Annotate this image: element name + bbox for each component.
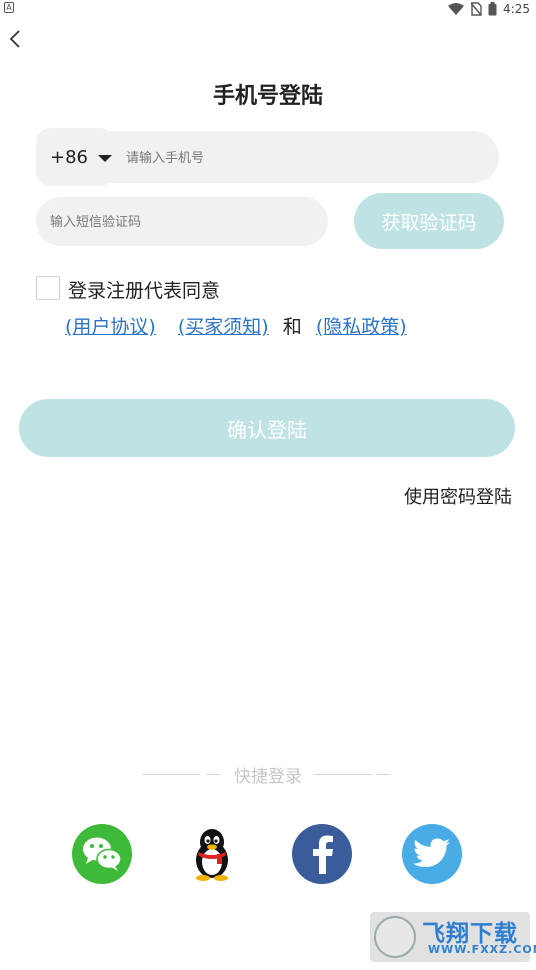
notification-a-icon: A <box>4 2 14 13</box>
privacy-policy-link[interactable]: (隐私政策) <box>316 316 407 338</box>
clock: 4:25 <box>503 2 530 16</box>
divider-line-right <box>314 774 372 775</box>
battery-icon <box>488 2 497 16</box>
country-code-selector[interactable]: +86 <box>36 128 114 186</box>
twitter-bird-icon <box>413 838 450 867</box>
phone-number-input[interactable] <box>126 131 486 183</box>
sms-code-input[interactable] <box>50 197 320 246</box>
sms-code-row <box>36 197 328 246</box>
password-login-link[interactable]: 使用密码登陆 <box>404 483 512 509</box>
confirm-login-button[interactable]: 确认登陆 <box>19 399 515 457</box>
status-bar: A 4:25 <box>0 0 536 18</box>
buyer-notice-link[interactable]: (买家须知) <box>178 316 269 338</box>
facebook-icon <box>313 835 333 874</box>
qq-penguin-icon <box>196 829 228 881</box>
quick-login-divider: 快捷登录 <box>142 762 392 787</box>
caret-down-icon <box>98 155 112 162</box>
status-icons: 4:25 <box>448 0 530 18</box>
agreement-links: (用户协议) (买家须知) 和 (隐私政策) <box>65 312 407 339</box>
agreement-checkbox[interactable] <box>36 276 60 300</box>
phone-input-row: +86 <box>36 128 499 186</box>
divider-dash-right <box>376 774 390 775</box>
chevron-left-icon <box>9 30 20 48</box>
page-title: 手机号登陆 <box>212 84 323 109</box>
back-button[interactable] <box>4 28 26 50</box>
watermark-subtitle: WWW.FXXZ.COM <box>428 943 536 956</box>
wechat-icon <box>83 837 122 871</box>
twitter-login-button[interactable] <box>402 824 462 884</box>
qq-login-button[interactable] <box>182 824 242 884</box>
facebook-login-button[interactable] <box>292 824 352 884</box>
user-agreement-link[interactable]: (用户协议) <box>65 316 156 338</box>
site-watermark: 飞翔下载 WWW.FXXZ.COM <box>370 912 536 962</box>
get-code-button[interactable]: 获取验证码 <box>354 193 504 249</box>
country-code-value: +86 <box>50 146 88 168</box>
wifi-icon <box>448 3 465 15</box>
conjunction-text: 和 <box>282 316 302 338</box>
watermark-logo-icon <box>374 916 416 958</box>
agreement-text: 登录注册代表同意 <box>68 280 221 302</box>
divider-line-left <box>142 774 200 775</box>
divider-dash-left <box>206 774 220 775</box>
no-sim-icon <box>470 2 482 16</box>
wechat-login-button[interactable] <box>72 824 132 884</box>
quick-login-label: 快捷登录 <box>234 767 302 787</box>
